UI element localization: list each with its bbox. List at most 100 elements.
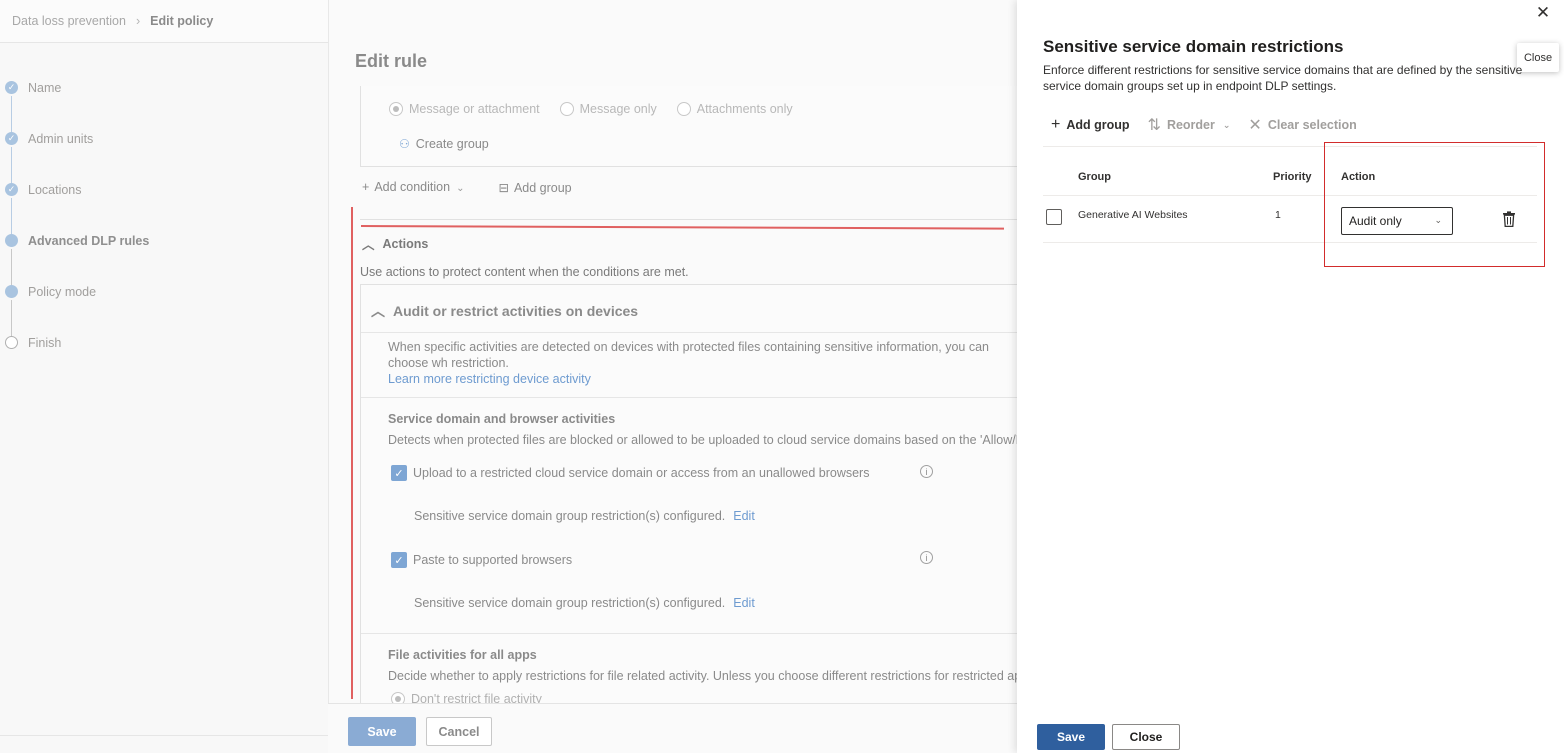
action-dropdown[interactable]: Audit only ⌄ [1341,207,1453,235]
audit-description: When specific activities are detected on… [388,339,1018,387]
reorder-button[interactable]: ⇅ Reorder ⌄ [1148,115,1231,135]
radio-dont-restrict[interactable]: Don't restrict file activity [391,692,542,703]
file-activities-description: Decide whether to apply restrictions for… [388,669,1018,683]
paste-browsers-checkbox[interactable]: ✓ Paste to supported browsers [391,552,572,568]
table-header: Group Priority Action [1043,168,1537,196]
config-text: Sensitive service domain group restricti… [414,509,726,523]
cancel-button[interactable]: Cancel [426,717,492,746]
step-name[interactable]: ✓ Name [0,70,328,134]
radio-attachments-only[interactable]: Attachments only [676,102,793,116]
close-icon[interactable]: ✕ [1534,3,1552,22]
flyout-title: Sensitive service domain restrictions [1043,37,1344,56]
edit-link[interactable]: Edit [733,596,755,610]
column-header-group[interactable]: Group [1078,171,1111,183]
audit-section-toggle[interactable]: ︿ Audit or restrict activities on device… [371,301,638,321]
config-status: Sensitive service domain group restricti… [414,509,755,523]
add-icon: + [362,180,370,194]
radio-message-only[interactable]: Message only [559,102,657,116]
divider [361,633,1018,634]
add-group-button[interactable]: + Add group [1051,115,1130,135]
radio-label: Attachments only [696,102,793,116]
step-label: Admin units [28,132,94,146]
radio-label: Message only [579,102,657,116]
group-cell: Generative AI Websites [1078,209,1188,221]
file-activities-title: File activities for all apps [388,648,537,662]
edit-link[interactable]: Edit [733,509,755,523]
radio-circle [389,102,403,116]
trash-icon[interactable] [1502,211,1516,227]
add-group-label: Add group [513,181,572,195]
step-label: Finish [28,336,62,350]
panel-title: Edit rule [355,51,428,71]
add-row: + Add condition ⌄ ⊟ Add group [362,180,572,195]
check-icon: ✓ [391,552,407,568]
edit-rule-panel: Edit rule Message or attachment Message … [328,0,1018,753]
clear-selection-button[interactable]: ✕ Clear selection [1248,115,1356,135]
step-advanced-dlp-rules[interactable]: Advanced DLP rules [0,223,328,287]
actions-description: Use actions to protect content when the … [360,265,689,279]
command-bar: + Add group ⇅ Reorder ⌄ ✕ Clear selectio… [1051,115,1357,135]
divider [0,735,328,736]
row-checkbox[interactable] [1046,209,1062,225]
clear-selection-label: Clear selection [1267,118,1357,132]
learn-more-link[interactable]: Learn more restricting device activity [388,371,1018,387]
divider [361,332,1018,333]
step-label: Name [28,81,62,95]
column-header-priority[interactable]: Priority [1273,171,1312,183]
chevron-up-icon: ︿ [371,303,385,319]
flyout-description: Enforce different restrictions for sensi… [1043,63,1523,93]
add-condition-label: Add condition [374,180,451,194]
config-text: Sensitive service domain group restricti… [414,596,726,610]
divider [361,397,1018,398]
add-condition-button[interactable]: + Add condition ⌄ [362,180,464,195]
close-button[interactable]: Close [1112,724,1180,750]
table-row: Generative AI Websites 1 Audit only ⌄ [1043,197,1537,243]
column-header-action[interactable]: Action [1341,171,1375,183]
radio-circle [676,102,691,116]
annotation-line [351,207,353,699]
current-step-dot [5,234,18,247]
breadcrumb-current: Edit policy [150,14,214,28]
chevron-down-icon: ⌄ [1434,215,1442,225]
step-finish[interactable]: Finish [0,325,328,376]
step-dot [5,285,18,298]
info-icon[interactable]: i [920,551,933,564]
clear-icon: ✕ [1248,117,1262,134]
breadcrumb-parent[interactable]: Data loss prevention [12,14,126,28]
radio-circle [391,692,405,703]
audit-heading: Audit or restrict activities on devices [393,303,639,319]
step-admin-units[interactable]: ✓ Admin units [0,121,328,185]
radio-circle [559,102,574,116]
check-icon: ✓ [5,132,18,145]
step-locations[interactable]: ✓ Locations [0,172,328,236]
wizard-steps: ✓ Name ✓ Admin units ✓ Locations Advance… [0,70,328,376]
radio-message-or-attachment[interactable]: Message or attachment [389,102,540,116]
radio-label: Message or attachment [409,102,540,116]
audit-text: When specific activities are detected on… [388,340,990,370]
content-scope-radios: Message or attachment Message only Attac… [389,102,793,116]
step-label: Locations [28,183,82,197]
actions-section-toggle[interactable]: ︿ Actions [362,234,428,253]
config-status: Sensitive service domain group restricti… [414,596,755,610]
upload-restricted-checkbox[interactable]: ✓ Upload to a restricted cloud service d… [391,465,869,481]
save-button[interactable]: Save [1037,724,1105,750]
priority-cell: 1 [1275,209,1281,221]
chevron-up-icon: ︿ [362,238,375,252]
rule-body: Message or attachment Message only Attac… [360,86,1018,703]
add-group-button[interactable]: ⊟ Add group [498,180,571,195]
group-icon: ⚇ [399,137,410,151]
check-icon: ✓ [5,183,18,196]
divider [360,219,1018,220]
save-button[interactable]: Save [348,717,416,746]
service-domain-description: Detects when protected files are blocked… [388,433,1018,447]
step-policy-mode[interactable]: Policy mode [0,274,328,338]
chevron-down-icon: ⌄ [456,183,465,194]
step-label: Policy mode [28,285,97,299]
info-icon[interactable]: i [920,465,933,478]
checkbox-label: Paste to supported browsers [413,553,573,567]
create-group-button[interactable]: ⚇ Create group [399,137,489,151]
add-icon: + [1051,116,1061,133]
rule-footer: Save Cancel [328,703,1018,753]
reorder-icon: ⇅ [1147,117,1161,134]
sensitive-domain-flyout: ✕ Close Sensitive service domain restric… [1017,0,1564,753]
